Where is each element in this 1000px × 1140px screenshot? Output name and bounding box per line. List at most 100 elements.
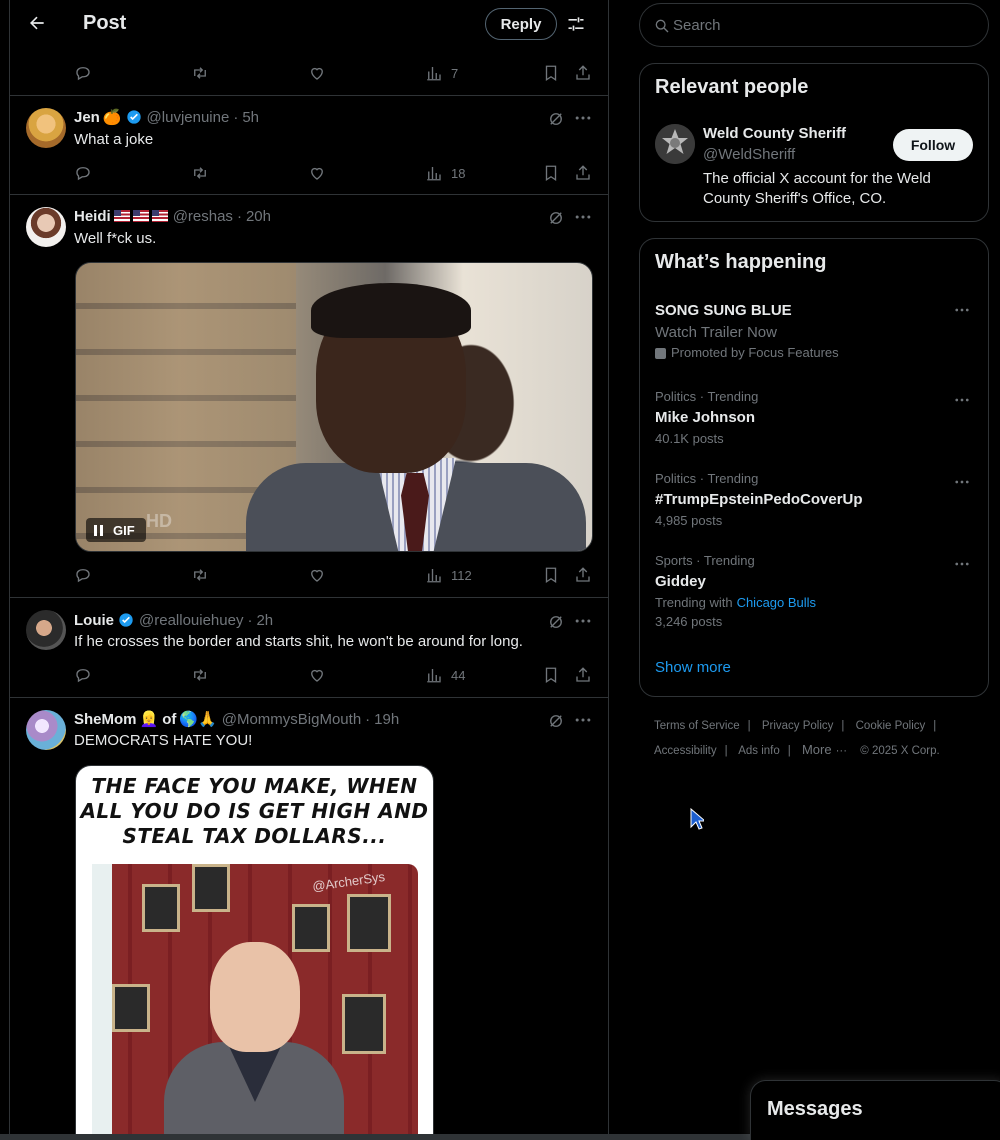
follow-button[interactable]: Follow [893, 129, 973, 161]
more-options-icon[interactable] [953, 301, 971, 319]
repost-action[interactable] [191, 665, 209, 685]
tweet[interactable]: Louie @reallouiehuey · 2h If he crosses … [10, 598, 608, 697]
views-action[interactable]: 112 [425, 565, 472, 585]
privacy-link[interactable]: Privacy Policy [762, 720, 834, 732]
views-count: 112 [451, 567, 472, 583]
search-input[interactable] [673, 4, 973, 46]
author-handle[interactable]: @reshas [173, 208, 233, 225]
more-options-icon[interactable] [953, 391, 971, 409]
timestamp[interactable]: 5h [242, 109, 259, 126]
like-action[interactable] [308, 565, 326, 585]
tweet-header: SheMom 👱‍♀️ of 🌎🙏 @MommysBigMouth · 19h [74, 709, 399, 729]
avatar[interactable] [26, 710, 66, 750]
person-bio: The official X account for the Weld Coun… [703, 170, 931, 207]
accessibility-link[interactable]: Accessibility [654, 745, 717, 757]
trending-with: Trending with Chicago Bulls [655, 595, 817, 610]
bookmark-action[interactable] [542, 565, 560, 585]
repost-action[interactable] [191, 163, 209, 183]
more-options-icon[interactable] [573, 207, 593, 227]
timestamp[interactable]: 19h [374, 711, 399, 728]
more-dots-icon: ··· [835, 745, 848, 757]
avatar[interactable] [26, 207, 66, 247]
author-name[interactable]: Louie [74, 612, 114, 629]
reply-button[interactable]: Reply [485, 8, 557, 40]
views-action[interactable]: 18 [425, 163, 465, 183]
reply-action[interactable] [74, 63, 92, 83]
trend-item[interactable]: Politics · Trending #TrumpEpsteinPedoCov… [655, 471, 975, 530]
trend-category: Sports · Trending [655, 553, 755, 568]
trend-item[interactable]: Sports · Trending Giddey Trending with Ch… [655, 553, 975, 631]
views-action[interactable]: 44 [425, 665, 465, 685]
bookmark-icon [545, 165, 557, 182]
tweet-header: Louie @reallouiehuey · 2h [74, 610, 273, 630]
reply-action[interactable] [74, 565, 92, 585]
grok-icon[interactable] [547, 110, 565, 128]
share-action[interactable] [574, 665, 592, 685]
gif-pause-badge[interactable]: GIF [86, 518, 146, 542]
show-more-link[interactable]: Show more [655, 659, 731, 676]
more-options-icon[interactable] [573, 108, 593, 128]
like-action[interactable] [308, 63, 326, 83]
timestamp[interactable]: 20h [246, 208, 271, 225]
repost-action[interactable] [191, 565, 209, 585]
terms-link[interactable]: Terms of Service [654, 720, 740, 732]
like-action[interactable] [308, 163, 326, 183]
avatar[interactable] [26, 108, 66, 148]
back-button[interactable] [24, 10, 50, 36]
share-action[interactable] [574, 63, 592, 83]
person-name[interactable]: Weld County Sheriff [703, 125, 846, 142]
gif-media[interactable]: HD GIF [75, 262, 593, 552]
post-header: Post Reply [10, 0, 608, 51]
bookmark-action[interactable] [542, 665, 560, 685]
reply-action[interactable] [74, 665, 92, 685]
avatar[interactable] [655, 124, 695, 164]
promoted-trend[interactable]: SONG SUNG BLUE Watch Trailer Now Promote… [655, 301, 975, 361]
grok-icon[interactable] [547, 209, 565, 227]
more-options-icon[interactable] [953, 473, 971, 491]
repost-action[interactable] [191, 63, 209, 83]
separator-dot: · [236, 207, 242, 225]
grok-icon[interactable] [547, 712, 565, 730]
like-action[interactable] [308, 665, 326, 685]
author-handle[interactable]: @reallouiehuey [139, 612, 243, 629]
search-box[interactable] [639, 3, 989, 47]
messages-drawer[interactable]: Messages [750, 1080, 1000, 1140]
wall-frame [292, 904, 330, 952]
footer-links: Terms of Service | Privacy Policy | Cookie… [654, 720, 940, 757]
author-handle[interactable]: @luvjenuine [147, 109, 230, 126]
trending-with-link[interactable]: Chicago Bulls [737, 595, 817, 610]
author-name[interactable]: Jen [74, 109, 100, 126]
timestamp[interactable]: 2h [256, 612, 273, 629]
avatar[interactable] [26, 610, 66, 650]
share-action[interactable] [574, 163, 592, 183]
grok-icon[interactable] [547, 613, 565, 631]
repost-icon [194, 167, 206, 179]
more-options-icon[interactable] [573, 611, 593, 631]
tweet-text: What a joke [74, 131, 154, 148]
filter-button[interactable] [566, 14, 586, 34]
cookie-link[interactable]: Cookie Policy [856, 720, 926, 732]
repost-icon [194, 669, 206, 681]
author-name-suffix: of [162, 710, 177, 728]
card-title: Relevant people [655, 76, 809, 98]
sheriff-star-icon [655, 124, 695, 164]
person-handle[interactable]: @WeldSheriff [703, 146, 795, 163]
author-name[interactable]: Heidi [74, 208, 111, 225]
ads-info-link[interactable]: Ads info [738, 745, 780, 757]
share-icon [576, 165, 590, 180]
more-link[interactable]: More [802, 742, 832, 757]
tweet[interactable]: Jen 🍊 @luvjenuine · 5h What a joke 18 [10, 96, 608, 194]
author-handle[interactable]: @MommysBigMouth [222, 711, 361, 728]
meme-image[interactable]: THE FACE YOU MAKE, WHEN ALL YOU DO IS GE… [75, 765, 434, 1140]
more-options-icon[interactable] [573, 710, 593, 730]
bookmark-action[interactable] [542, 163, 560, 183]
bookmark-action[interactable] [542, 63, 560, 83]
heart-icon [311, 669, 323, 682]
share-action[interactable] [574, 565, 592, 585]
more-options-icon[interactable] [953, 555, 971, 573]
views-action[interactable]: 7 [425, 63, 458, 83]
author-name[interactable]: SheMom [74, 711, 137, 728]
trend-count: 3,246 posts [655, 614, 723, 629]
trend-item[interactable]: Politics · Trending Mike Johnson 40.1K p… [655, 389, 975, 448]
reply-action[interactable] [74, 163, 92, 183]
